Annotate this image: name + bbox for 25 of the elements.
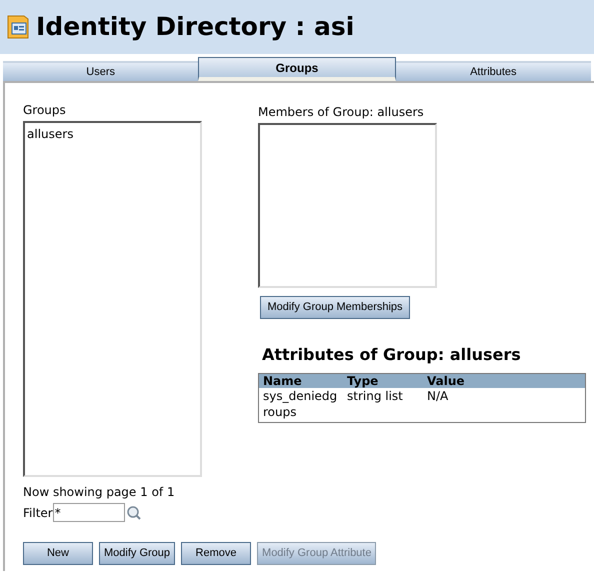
- tab[interactable]: Users: [3, 61, 198, 81]
- search-icon[interactable]: [126, 506, 141, 520]
- column-header: Type: [346, 374, 380, 388]
- column-header: Value: [426, 374, 466, 388]
- action-button[interactable]: Remove: [181, 542, 252, 565]
- tab[interactable]: Attributes: [396, 61, 591, 81]
- action-button[interactable]: Modify Group: [99, 542, 176, 565]
- members-listbox[interactable]: [258, 123, 437, 288]
- action-button[interactable]: New: [23, 542, 93, 565]
- members-label: Members of Group: allusers: [258, 104, 425, 121]
- filter-label: Filter: [23, 504, 53, 522]
- attributes-title: Attributes of Group: allusers: [262, 344, 522, 366]
- window-title: Identity Directory : asi: [36, 11, 354, 44]
- column-header: Name: [262, 374, 303, 388]
- list-item[interactable]: allusers: [27, 125, 198, 143]
- paging-text: Now showing page 1 of 1: [23, 484, 176, 501]
- table-cell-text: sys_deniedg roups: [262, 388, 338, 421]
- groups-listbox[interactable]: allusers: [23, 121, 202, 477]
- app-icon: [6, 14, 30, 40]
- table-cell-text: N/A: [426, 388, 450, 405]
- tab[interactable]: Groups: [198, 57, 396, 81]
- groups-label: Groups: [23, 102, 67, 119]
- table-cell-text: string list: [346, 388, 404, 405]
- modify-memberships-button[interactable]: Modify Group Memberships: [260, 296, 410, 319]
- filter-field[interactable]: *: [52, 503, 125, 522]
